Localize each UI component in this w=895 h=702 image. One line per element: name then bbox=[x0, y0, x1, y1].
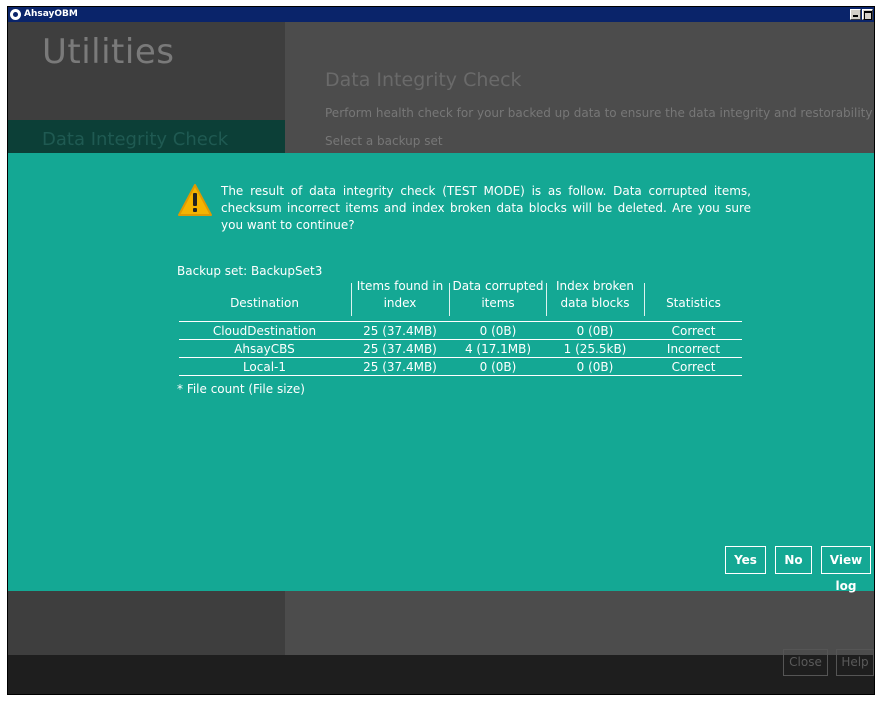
cell-index-broken: 0 (0B) bbox=[576, 324, 614, 338]
app-logo-icon bbox=[10, 9, 21, 20]
confirmation-dialog: The result of data integrity check (TEST… bbox=[8, 153, 874, 593]
table-divider bbox=[179, 375, 742, 376]
cell-data-corrupted: 0 (0B) bbox=[479, 360, 517, 374]
yes-button[interactable]: Yes bbox=[725, 546, 766, 574]
view-log-button[interactable]: View log bbox=[821, 546, 871, 593]
cell-items-found: 25 (37.4MB) bbox=[363, 324, 437, 338]
warning-icon bbox=[178, 184, 212, 216]
column-divider bbox=[546, 283, 547, 316]
close-button[interactable]: Close bbox=[783, 649, 828, 676]
sidebar-item-label: Data Integrity Check bbox=[42, 129, 229, 150]
file-count-note: * File count (File size) bbox=[177, 382, 305, 396]
cell-index-broken: 0 (0B) bbox=[576, 360, 614, 374]
column-header-data-corrupted: Data corrupted items bbox=[452, 279, 544, 310]
table-divider bbox=[179, 339, 742, 340]
table-divider bbox=[179, 321, 742, 322]
cell-destination: CloudDestination bbox=[212, 324, 317, 338]
backup-set-label: Backup set: BackupSet3 bbox=[177, 264, 323, 278]
cell-statistics: Correct bbox=[671, 324, 716, 338]
minimize-button[interactable] bbox=[850, 9, 861, 20]
cell-statistics: Incorrect bbox=[666, 342, 721, 356]
window-title: AhsayOBM bbox=[24, 9, 78, 19]
cell-statistics: Correct bbox=[671, 360, 716, 374]
cell-destination: AhsayCBS bbox=[234, 342, 295, 356]
no-button[interactable]: No bbox=[775, 546, 812, 574]
column-divider bbox=[644, 283, 645, 316]
cell-items-found: 25 (37.4MB) bbox=[363, 342, 437, 356]
help-button[interactable]: Help bbox=[836, 649, 874, 676]
page-title: Data Integrity Check bbox=[325, 69, 522, 91]
dialog-message: The result of data integrity check (TEST… bbox=[221, 184, 751, 232]
table-divider bbox=[179, 357, 742, 358]
column-header-index-broken: Index broken data blocks bbox=[556, 279, 634, 310]
maximize-button[interactable] bbox=[862, 9, 873, 20]
cell-items-found: 25 (37.4MB) bbox=[363, 360, 437, 374]
app-window: AhsayOBM Utilities Data Integrity Check … bbox=[7, 6, 875, 695]
title-bar: AhsayOBM bbox=[8, 7, 874, 22]
sidebar-title: Utilities bbox=[42, 32, 175, 72]
cell-destination: Local-1 bbox=[242, 360, 287, 374]
page-description: Perform health check for your backed up … bbox=[325, 106, 873, 120]
column-header-items-found: Items found in index bbox=[356, 279, 444, 310]
cell-index-broken: 1 (25.5kB) bbox=[563, 342, 627, 356]
column-header-destination: Destination bbox=[230, 296, 299, 310]
footer-bar bbox=[8, 655, 874, 694]
select-backup-set-label: Select a backup set bbox=[325, 134, 443, 148]
column-header-statistics: Statistics bbox=[666, 296, 721, 310]
column-divider bbox=[351, 283, 352, 316]
cell-data-corrupted: 4 (17.1MB) bbox=[464, 342, 532, 356]
column-divider bbox=[449, 283, 450, 316]
cell-data-corrupted: 0 (0B) bbox=[479, 324, 517, 338]
